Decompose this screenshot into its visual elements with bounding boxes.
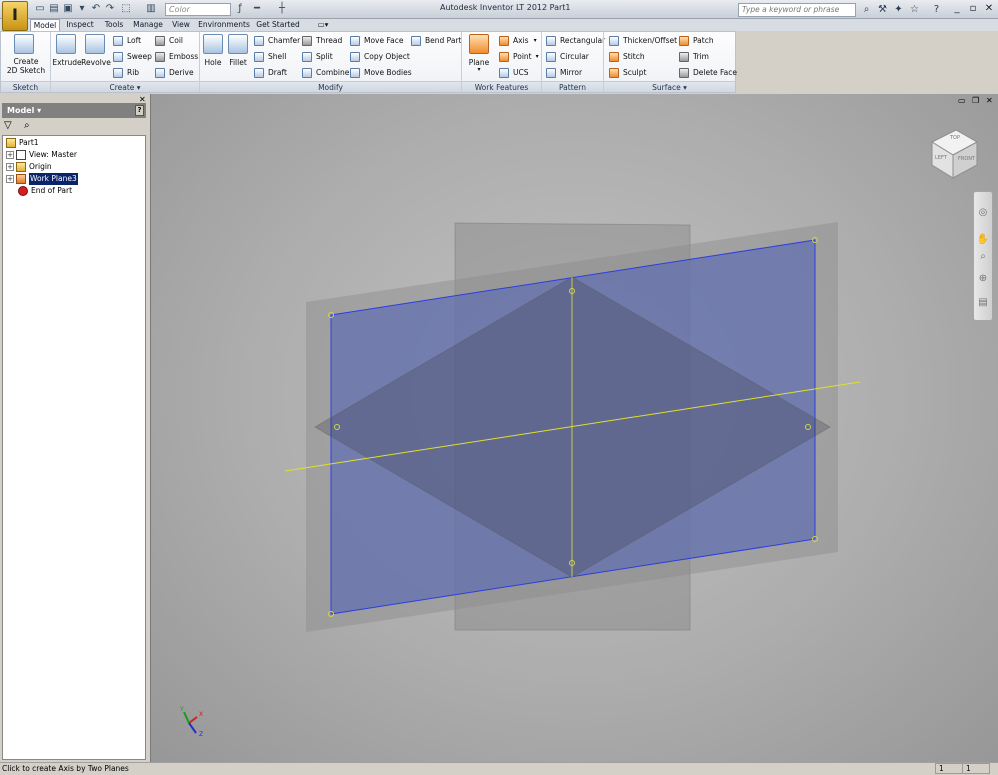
status-count-1: 1 — [935, 763, 963, 774]
pan-icon[interactable]: ✋ — [976, 233, 990, 247]
triad-z-label: Z — [199, 731, 204, 738]
viewcube-top-label: TOP — [950, 135, 961, 141]
status-count-2: 1 — [962, 763, 990, 774]
orbit-icon[interactable]: ⊕ — [976, 272, 990, 286]
coordinate-triad — [183, 711, 198, 734]
look-at-icon[interactable]: ▤ — [976, 296, 990, 310]
triad-y-label: Y — [180, 706, 184, 713]
model-scene — [183, 129, 979, 734]
status-bar: Click to create Axis by Two Planes — [0, 762, 998, 775]
steering-wheel-icon[interactable]: ◎ — [976, 206, 990, 220]
triad-x-label: X — [199, 711, 204, 718]
viewcube-left-label: LEFT — [935, 155, 947, 161]
zoom-icon[interactable]: ⌕ — [976, 250, 990, 264]
app-menu-button[interactable]: I — [2, 1, 28, 31]
viewcube-front-label: FRONT — [958, 156, 976, 162]
